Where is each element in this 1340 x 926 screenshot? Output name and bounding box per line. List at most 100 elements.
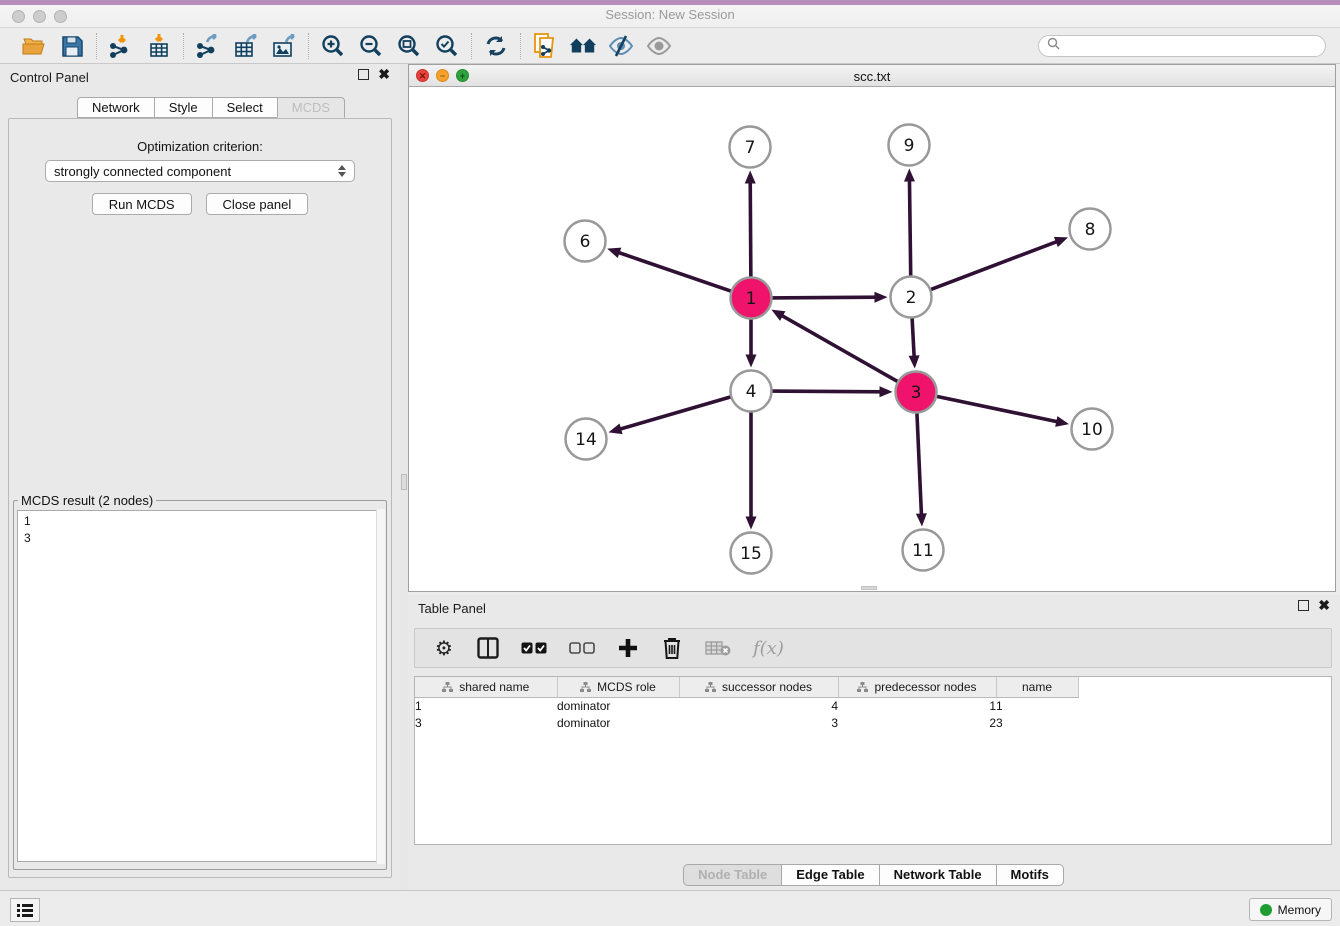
criterion-select[interactable]: strongly connected component (45, 160, 355, 182)
status-bar: Memory (0, 890, 1340, 926)
run-mcds-button[interactable]: Run MCDS (92, 193, 192, 215)
delete-column-icon[interactable] (661, 635, 683, 661)
graph-node[interactable]: 9 (889, 125, 930, 166)
svg-text:7: 7 (745, 138, 756, 158)
graph-node[interactable]: 2 (891, 277, 932, 318)
mcds-panel: Optimization criterion: strongly connect… (8, 118, 392, 878)
graph-node[interactable]: 14 (566, 419, 607, 460)
network-from-selection-icon[interactable] (531, 32, 559, 60)
node-table[interactable]: shared name MCDS role successor nodes pr… (414, 676, 1332, 845)
graph-edge[interactable] (933, 396, 1059, 423)
settings-gear-icon[interactable]: ⚙ (433, 635, 455, 661)
edge-arrowhead (746, 517, 757, 530)
delete-table-icon (705, 635, 731, 661)
mcds-result-text[interactable]: 1 3 (17, 510, 383, 862)
memory-status-icon (1260, 904, 1272, 916)
graph-node[interactable]: 6 (565, 221, 606, 262)
refresh-icon[interactable] (482, 32, 510, 60)
edge-arrowhead (874, 292, 887, 303)
close-panel-button[interactable]: Close panel (206, 193, 309, 215)
tab-node-table[interactable]: Node Table (683, 864, 782, 886)
graph-node[interactable]: 1 (731, 278, 772, 319)
canvas-splitter-handle[interactable] (861, 586, 877, 590)
table-row[interactable]: 1dominator411 (415, 697, 1078, 714)
zoom-selected-icon[interactable] (433, 32, 461, 60)
zoom-in-icon[interactable] (319, 32, 347, 60)
edge-arrowhead (1054, 237, 1068, 247)
export-image-icon[interactable] (270, 32, 298, 60)
tab-motifs[interactable]: Motifs (996, 864, 1064, 886)
close-table-panel-icon[interactable]: ✖ (1318, 600, 1330, 611)
col-predecessor-nodes[interactable]: predecessor nodes (838, 677, 996, 697)
graph-node[interactable]: 7 (730, 127, 771, 168)
splitter-handle[interactable] (401, 474, 407, 490)
tab-style[interactable]: Style (154, 97, 213, 118)
graph-edge[interactable] (912, 314, 914, 358)
table-row[interactable]: 3dominator323 (415, 714, 1078, 731)
tab-network[interactable]: Network (77, 97, 155, 118)
import-table-icon[interactable] (145, 32, 173, 60)
first-neighbors-icon[interactable] (569, 32, 597, 60)
graph-edge[interactable] (927, 241, 1058, 291)
import-network-icon[interactable] (107, 32, 135, 60)
svg-text:6: 6 (580, 232, 591, 252)
mcds-result-group: MCDS result (2 nodes) 1 3 (13, 493, 387, 870)
tab-select[interactable]: Select (212, 97, 278, 118)
svg-text:1: 1 (746, 289, 757, 309)
control-panel-title: Control Panel (10, 70, 89, 85)
graph-edge[interactable] (618, 396, 734, 430)
float-panel-icon[interactable] (358, 69, 369, 80)
open-session-icon[interactable] (20, 32, 48, 60)
export-table-icon[interactable] (232, 32, 260, 60)
select-all-columns-icon[interactable] (521, 635, 547, 661)
col-mcds-role[interactable]: MCDS role (557, 677, 679, 697)
graph-edge[interactable] (768, 391, 882, 392)
edge-arrowhead (1055, 416, 1069, 427)
graph-node[interactable]: 4 (731, 371, 772, 412)
network-window-titlebar[interactable]: ✕ − + scc.txt (409, 65, 1335, 87)
float-table-panel-icon[interactable] (1298, 600, 1309, 611)
graph-node[interactable]: 3 (896, 372, 937, 413)
deselect-all-columns-icon[interactable] (569, 635, 595, 661)
mcds-result-title: MCDS result (2 nodes) (18, 493, 156, 508)
memory-button[interactable]: Memory (1249, 898, 1332, 921)
tab-mcds[interactable]: MCDS (277, 97, 345, 118)
graph-edge[interactable] (909, 178, 910, 279)
vertical-splitter[interactable] (400, 64, 408, 890)
save-session-icon[interactable] (58, 32, 86, 60)
graph-edge[interactable] (617, 252, 735, 292)
col-successor-nodes[interactable]: successor nodes (679, 677, 838, 697)
close-panel-icon[interactable]: ✖ (378, 69, 390, 80)
graph-node[interactable]: 11 (903, 530, 944, 571)
graph-edge[interactable] (768, 297, 877, 298)
svg-text:8: 8 (1085, 220, 1096, 240)
show-all-icon[interactable] (645, 32, 673, 60)
search-icon (1047, 37, 1060, 55)
search-input[interactable] (1065, 39, 1317, 53)
graph-node[interactable]: 8 (1070, 209, 1111, 250)
zoom-out-icon[interactable] (357, 32, 385, 60)
graph-node[interactable]: 15 (731, 533, 772, 574)
graph-edge[interactable] (750, 180, 751, 280)
add-column-icon[interactable] (617, 635, 639, 661)
result-scrollbar[interactable] (376, 509, 385, 864)
svg-text:10: 10 (1081, 420, 1103, 440)
col-name[interactable]: name (996, 677, 1078, 697)
split-columns-icon[interactable] (477, 635, 499, 661)
tab-edge-table[interactable]: Edge Table (781, 864, 879, 886)
graph-edge[interactable] (780, 315, 901, 384)
export-network-icon[interactable] (194, 32, 222, 60)
search-field[interactable] (1038, 35, 1326, 57)
svg-text:4: 4 (746, 382, 757, 402)
graph-edge[interactable] (917, 409, 922, 516)
svg-text:15: 15 (740, 544, 762, 564)
hide-selected-icon[interactable] (607, 32, 635, 60)
tab-network-table[interactable]: Network Table (879, 864, 997, 886)
network-canvas[interactable]: 7 9 6 8 1 2 4 3 14 10 15 11 (409, 87, 1335, 591)
graph-node[interactable]: 10 (1072, 409, 1113, 450)
zoom-fit-icon[interactable] (395, 32, 423, 60)
task-history-button[interactable] (10, 898, 40, 922)
edge-arrowhead (746, 355, 757, 368)
col-shared-name[interactable]: shared name (415, 677, 557, 697)
svg-text:2: 2 (906, 288, 917, 308)
